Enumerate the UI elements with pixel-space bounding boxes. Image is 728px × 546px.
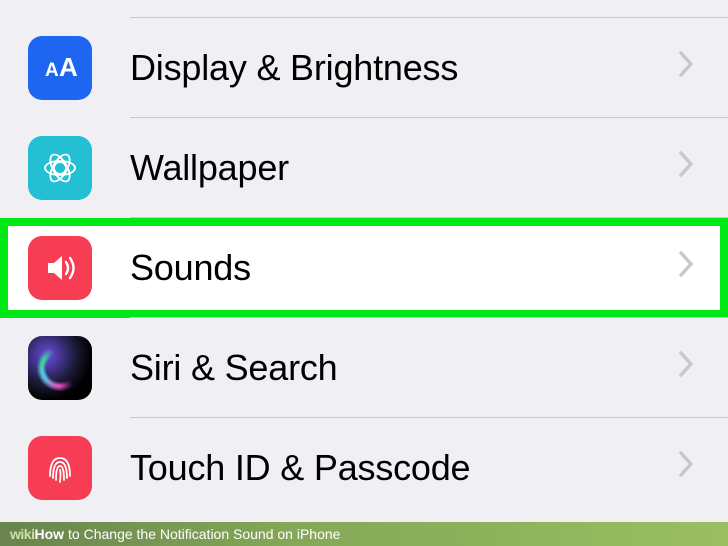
settings-row-label: Wallpaper bbox=[130, 147, 678, 189]
wikihow-how: How bbox=[34, 526, 64, 542]
settings-row-siri-search[interactable]: Siri & Search bbox=[0, 318, 728, 418]
siri-icon bbox=[28, 336, 92, 400]
wikihow-title: to Change the Notification Sound on iPho… bbox=[68, 526, 340, 542]
sounds-icon bbox=[28, 236, 92, 300]
display-brightness-icon: A A bbox=[28, 36, 92, 100]
settings-row-touchid-passcode[interactable]: Touch ID & Passcode bbox=[0, 418, 728, 518]
settings-row-wallpaper[interactable]: Wallpaper bbox=[0, 118, 728, 218]
touchid-icon bbox=[28, 436, 92, 500]
settings-row-sounds[interactable]: Sounds bbox=[0, 218, 728, 318]
settings-row-label: Sounds bbox=[130, 247, 678, 289]
chevron-right-icon bbox=[678, 350, 696, 386]
svg-text:A: A bbox=[59, 52, 78, 82]
chevron-right-icon bbox=[678, 250, 696, 286]
previous-row-partial bbox=[130, 0, 728, 18]
wikihow-caption-bar: wikiHow to Change the Notification Sound… bbox=[0, 522, 728, 546]
settings-row-label: Siri & Search bbox=[130, 347, 678, 389]
settings-row-display-brightness[interactable]: A A Display & Brightness bbox=[0, 18, 728, 118]
chevron-right-icon bbox=[678, 50, 696, 86]
chevron-right-icon bbox=[678, 450, 696, 486]
wikihow-brand: wiki bbox=[10, 526, 34, 542]
wallpaper-icon bbox=[28, 136, 92, 200]
settings-list: A A Display & Brightness Wallpaper bbox=[0, 0, 728, 518]
svg-text:A: A bbox=[45, 60, 59, 81]
chevron-right-icon bbox=[678, 150, 696, 186]
settings-row-label: Display & Brightness bbox=[130, 47, 678, 89]
settings-row-label: Touch ID & Passcode bbox=[130, 447, 678, 489]
